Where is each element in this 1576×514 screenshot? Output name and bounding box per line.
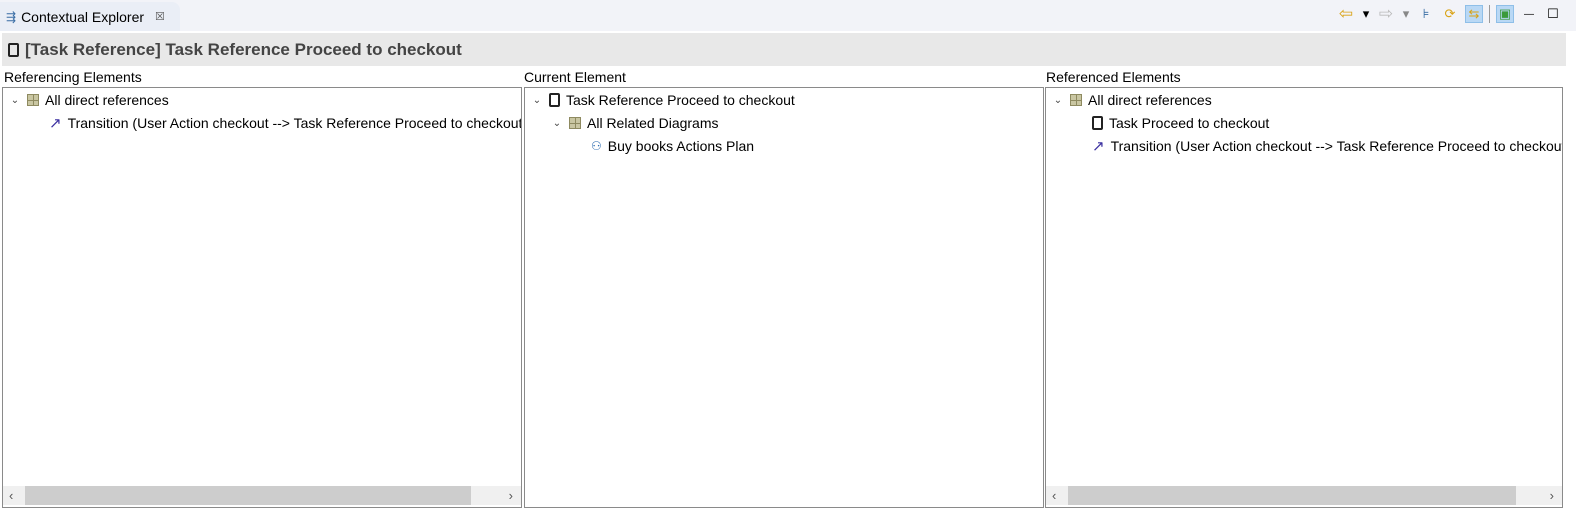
tree-item-transition[interactable]: ↗ Transition (User Action checkout --> T… [1092,135,1563,157]
tree-item-label: All Related Diagrams [587,115,719,131]
diagram-icon: ⚇ [591,139,602,153]
chevron-down-icon[interactable]: ⌄ [1052,95,1064,106]
hierarchy-icon[interactable]: ⊧ [1417,5,1435,23]
element-header: [Task Reference] Task Reference Proceed … [2,33,1566,66]
tree-item-all-related-diagrams[interactable]: ⌄ All Related Diagrams [551,112,719,134]
current-tree[interactable]: ⌄ Task Reference Proceed to checkout ⌄ A… [524,87,1044,508]
group-icon [569,117,581,129]
tree-item-task-reference[interactable]: ⌄ Task Reference Proceed to checkout [531,89,795,111]
horizontal-scrollbar[interactable]: ‹ › [1046,486,1562,505]
diagram-icon[interactable]: ▣ [1496,5,1514,23]
group-icon [27,94,39,106]
chevron-down-icon[interactable]: ⌄ [551,118,563,129]
scrollbar-thumb[interactable] [1068,486,1516,505]
page-title: [Task Reference] Task Reference Proceed … [25,39,462,59]
tree-item-label: Task Proceed to checkout [1109,115,1270,131]
referenced-label: Referenced Elements [1046,69,1181,85]
transition-icon: ↗ [1092,138,1105,155]
task-icon [1092,116,1103,130]
explorer-icon: ⇶ [6,9,17,24]
link-with-editor-icon[interactable]: ⇆ [1465,5,1483,23]
view-tab-bar: ⇶ Contextual Explorer ☒ ⇦ ▾ ⇨ ▾ ⊧ ⟳ ⇆ ▣ … [0,0,1576,31]
minimize-icon[interactable]: — [1520,5,1538,23]
task-reference-icon [8,42,19,57]
tree-item-all-direct-references[interactable]: ⌄ All direct references [1052,89,1212,111]
view-toolbar: ⇦ ▾ ⇨ ▾ ⊧ ⟳ ⇆ ▣ — ☐ [1337,4,1562,24]
tree-item-label: All direct references [45,92,169,108]
sync-icon[interactable]: ⟳ [1441,5,1459,23]
tree-item-label: All direct references [1088,92,1212,108]
task-reference-icon [549,93,560,107]
tree-item-label: Task Reference Proceed to checkout [566,92,795,108]
referencing-tree[interactable]: ⌄ All direct references ↗ Transition (Us… [2,87,522,508]
scrollbar-thumb[interactable] [25,486,471,505]
current-label: Current Element [524,69,626,85]
back-dropdown-icon[interactable]: ▾ [1361,5,1371,23]
tree-item-label: Buy books Actions Plan [607,138,755,154]
forward-arrow-icon[interactable]: ⇨ [1377,4,1395,23]
chevron-down-icon[interactable]: ⌄ [9,95,21,106]
scroll-right-icon[interactable]: › [1550,486,1554,505]
scroll-left-icon[interactable]: ‹ [1052,486,1056,505]
chevron-down-icon[interactable]: ⌄ [531,95,543,106]
scroll-right-icon[interactable]: › [509,486,513,505]
referenced-tree[interactable]: ⌄ All direct references Task Proceed to … [1045,87,1563,508]
horizontal-scrollbar[interactable]: ‹ › [3,486,521,505]
maximize-icon[interactable]: ☐ [1544,5,1562,23]
group-icon [1070,94,1082,106]
tree-item-task[interactable]: Task Proceed to checkout [1092,112,1269,134]
toolbar-separator [1489,5,1490,23]
tab-contextual-explorer[interactable]: ⇶ Contextual Explorer ☒ [0,2,180,31]
back-arrow-icon[interactable]: ⇦ [1337,4,1355,23]
scroll-left-icon[interactable]: ‹ [9,486,13,505]
tree-item-label: Transition (User Action checkout --> Tas… [67,115,522,131]
tree-item-diagram[interactable]: ⚇ Buy books Actions Plan [591,135,754,157]
tree-item-all-direct-references[interactable]: ⌄ All direct references [9,89,169,111]
tree-item-transition[interactable]: ↗ Transition (User Action checkout --> T… [49,112,522,134]
tab-title: Contextual Explorer [21,8,145,25]
transition-icon: ↗ [49,115,62,132]
referencing-label: Referencing Elements [4,69,142,85]
close-icon[interactable]: ☒ [155,10,165,23]
tree-item-label: Transition (User Action checkout --> Tas… [1110,138,1563,154]
forward-dropdown-icon[interactable]: ▾ [1401,5,1411,23]
